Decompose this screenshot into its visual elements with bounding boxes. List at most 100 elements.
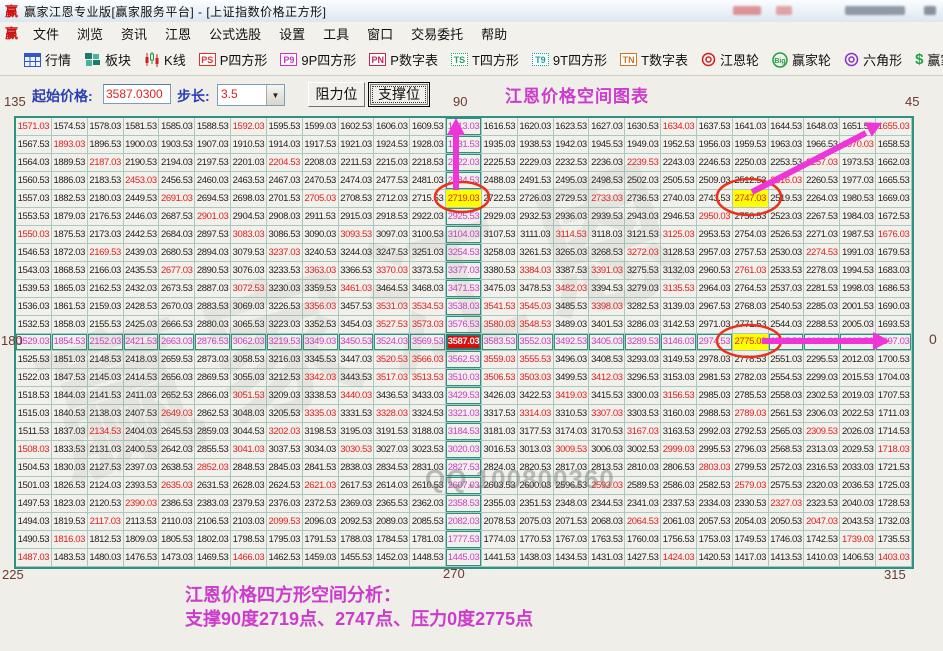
price-cell: 2505.53 — [661, 172, 697, 190]
price-cell: 2372.53 — [303, 495, 339, 513]
price-cell: 2005.03 — [840, 316, 876, 334]
price-cell: 1893.03 — [52, 136, 88, 154]
toolbar-button-K线[interactable]: K线 — [144, 50, 186, 69]
menu-item-公式选股[interactable]: 公式选股 — [200, 22, 270, 45]
price-cell: 1452.03 — [374, 549, 410, 567]
price-cell: 3100.53 — [410, 226, 446, 244]
price-cell: 2827.53 — [446, 459, 482, 477]
price-cell: 1865.03 — [52, 280, 88, 298]
price-cell: 3055.03 — [231, 369, 267, 387]
price-cell: 2491.53 — [518, 172, 554, 190]
price-cell: 1494.03 — [16, 513, 52, 531]
menu-item-帮助[interactable]: 帮助 — [472, 22, 516, 45]
price-cell: 3377.03 — [446, 262, 482, 280]
price-cell: 2078.53 — [482, 513, 518, 531]
menu-item-窗口[interactable]: 窗口 — [358, 22, 402, 45]
price-cell: 1784.53 — [374, 531, 410, 549]
price-cell: 3275.53 — [625, 262, 661, 280]
price-cell: 2218.53 — [410, 154, 446, 172]
price-cell: 1732.03 — [876, 513, 912, 531]
price-cell: 3265.03 — [554, 244, 590, 262]
window-controls-decor[interactable] — [924, 6, 936, 15]
toolbar-label: K线 — [164, 50, 186, 69]
toolbar-button-行情[interactable]: 行情 — [24, 50, 71, 69]
chevron-down-icon[interactable]: ▼ — [266, 85, 284, 105]
support-button[interactable]: 支撑位 — [368, 82, 430, 107]
control-bar: 起始价格: 步长: 3.5 ▼ 阻力位 支撑位 江恩价格空间图表 — [0, 76, 943, 116]
step-combobox[interactable]: 3.5 ▼ — [217, 84, 285, 106]
toolbar-button-板块[interactable]: 板块 — [84, 50, 131, 69]
toolbar-button-T数字表[interactable]: TNT数字表 — [620, 50, 688, 69]
price-cell: 2365.53 — [374, 495, 410, 513]
price-cell: 2778.53 — [733, 351, 769, 369]
titlebar-status-decor — [733, 6, 761, 15]
price-cell: 1574.53 — [52, 118, 88, 136]
price-cell: 1833.53 — [52, 441, 88, 459]
toolbar-button-P四方形[interactable]: PSP四方形 — [199, 50, 268, 69]
price-cell: 2355.03 — [482, 495, 518, 513]
price-cell: 3391.03 — [589, 262, 625, 280]
price-cell: 1788.03 — [339, 531, 375, 549]
toolbar-button-赢家轮[interactable]: Big赢家轮 — [772, 50, 831, 69]
support-button-focus — [372, 86, 426, 103]
price-cell: 2862.53 — [195, 405, 231, 423]
menu-item-资讯[interactable]: 资讯 — [112, 22, 156, 45]
price-cell: 2127.53 — [88, 459, 124, 477]
menu-item-江恩[interactable]: 江恩 — [156, 22, 200, 45]
price-cell: 1637.53 — [697, 118, 733, 136]
menu-item-交易委托[interactable]: 交易委托 — [402, 22, 472, 45]
price-cell: 1602.53 — [339, 118, 375, 136]
price-cell: 2033.03 — [840, 459, 876, 477]
price-cell: 2197.53 — [195, 154, 231, 172]
price-cell: 2351.53 — [518, 495, 554, 513]
price-cell: 2698.03 — [231, 190, 267, 208]
price-cell: 2673.53 — [159, 280, 195, 298]
price-cell: 1623.53 — [554, 118, 590, 136]
price-cell: 3244.03 — [339, 244, 375, 262]
toolbar-button-江恩轮[interactable]: 江恩轮 — [701, 50, 759, 69]
price-cell: 2369.03 — [339, 495, 375, 513]
price-cell: 3016.53 — [482, 441, 518, 459]
blocks-icon — [84, 52, 101, 67]
menu-item-文件[interactable]: 文件 — [24, 22, 68, 45]
price-cell: 1525.53 — [16, 351, 52, 369]
toolbar-label: 9P四方形 — [301, 50, 356, 69]
price-cell: 2754.03 — [733, 226, 769, 244]
toolbar-button-六角形[interactable]: 六角形 — [844, 50, 902, 69]
toolbar-button-9P四方形[interactable]: P99P四方形 — [280, 50, 356, 69]
price-cell: 1868.53 — [52, 262, 88, 280]
price-cell: 2061.03 — [661, 513, 697, 531]
price-cell: 2953.53 — [697, 226, 733, 244]
price-cell: 1910.53 — [231, 136, 267, 154]
menu-item-设置[interactable]: 设置 — [270, 22, 314, 45]
price-cell: 2183.53 — [88, 172, 124, 190]
price-cell: 2271.03 — [804, 226, 840, 244]
price-cell: 2999.03 — [661, 441, 697, 459]
price-cell: 1658.53 — [876, 136, 912, 154]
price-cell: 3366.53 — [339, 262, 375, 280]
menu-item-工具[interactable]: 工具 — [314, 22, 358, 45]
menu-item-浏览[interactable]: 浏览 — [68, 22, 112, 45]
price-cell: 2421.53 — [124, 334, 160, 352]
price-cell: 2694.53 — [195, 190, 231, 208]
resistance-button[interactable]: 阻力位 — [308, 82, 365, 107]
price-cell: 1648.03 — [804, 118, 840, 136]
price-cell: 2971.03 — [697, 316, 733, 334]
price-cell: 3009.53 — [554, 441, 590, 459]
price-cell: 2663.03 — [159, 334, 195, 352]
start-price-input[interactable] — [103, 84, 171, 104]
price-cell: 3566.03 — [410, 351, 446, 369]
price-cell: 2740.03 — [661, 190, 697, 208]
toolbar-button-P数字表[interactable]: PNP数字表 — [369, 50, 438, 69]
toolbar-button-9T四方形[interactable]: T99T四方形 — [532, 50, 607, 69]
price-cell: 3356.03 — [303, 298, 339, 316]
toolbar-button-T四方形[interactable]: TST四方形 — [451, 50, 519, 69]
angle-label-90: 90 — [453, 94, 467, 109]
price-cell: 2334.03 — [697, 495, 733, 513]
price-cell: 1679.53 — [876, 244, 912, 262]
price-cell: 2687.53 — [159, 208, 195, 226]
price-cell: 3156.53 — [661, 387, 697, 405]
price-cell: 3457.53 — [339, 298, 375, 316]
price-cell: 1417.03 — [733, 549, 769, 567]
toolbar-button-赢家服务[interactable]: $赢家服务 — [915, 50, 943, 69]
